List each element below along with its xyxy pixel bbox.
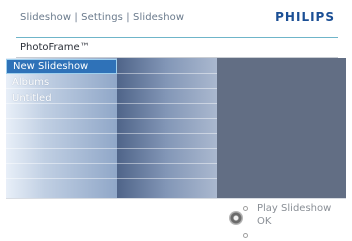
preview-panel — [217, 58, 346, 198]
menu-item-albums[interactable]: Albums — [6, 75, 117, 90]
nav-ok-button-icon[interactable] — [229, 211, 243, 225]
brand-logo: PHILIPS — [275, 10, 335, 24]
breadcrumb: Slideshow | Settings | Slideshow — [20, 12, 185, 23]
footer-divider — [6, 198, 346, 199]
menu-item-untitled[interactable]: Untitled — [6, 91, 117, 106]
row-divider — [6, 148, 217, 149]
menu-item-new-slideshow[interactable]: New Slideshow — [6, 59, 117, 74]
device-label: PhotoFrame™ — [20, 42, 90, 53]
menu-column-2 — [117, 58, 217, 198]
nav-up-icon — [243, 206, 248, 211]
hint-play-slideshow: Play Slideshow — [257, 203, 332, 214]
nav-down-icon — [243, 233, 248, 238]
header-bar: Slideshow | Settings | Slideshow PHILIPS — [0, 0, 352, 37]
row-divider — [6, 118, 217, 119]
row-divider — [6, 178, 217, 179]
hint-ok: OK — [257, 216, 272, 227]
device-row: PhotoFrame™ — [0, 38, 352, 57]
menu-panels: New Slideshow Albums Untitled — [0, 58, 352, 198]
row-divider — [6, 133, 217, 134]
row-divider — [6, 163, 217, 164]
